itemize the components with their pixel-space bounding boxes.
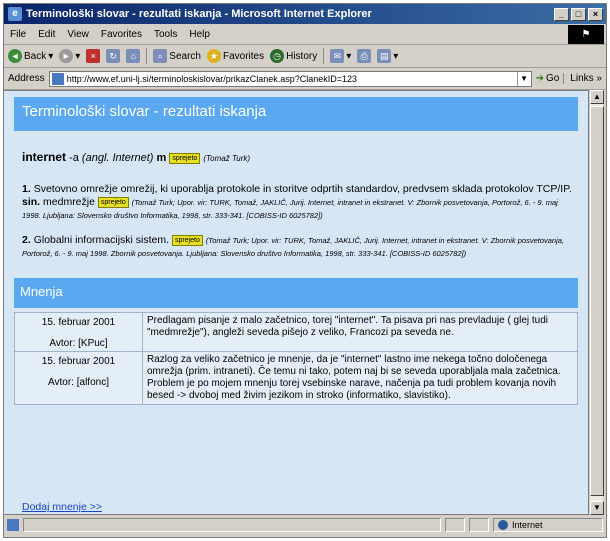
windows-logo-icon: ⚑ bbox=[568, 25, 604, 44]
definition-text: Svetovno omrežje omrežij, ki uporablja p… bbox=[33, 183, 572, 195]
edit-icon: ▤ bbox=[377, 49, 392, 63]
comment-author: Avtor: [alfonc] bbox=[48, 377, 109, 388]
mail-icon: ✉ bbox=[330, 49, 345, 63]
status-badge: sprejeto bbox=[97, 196, 129, 208]
term-entry: internet -a (angl. Internet) m sprejeto … bbox=[22, 151, 574, 165]
print-icon: ⎙ bbox=[357, 49, 372, 63]
synonym-label: sin. bbox=[22, 196, 41, 208]
comment-text: Razlog za veliko začetnico je mnenje, da… bbox=[142, 351, 578, 405]
table-row: 15. februar 2001 Avtor: [KPuc] Predlagam… bbox=[14, 312, 578, 352]
page-icon bbox=[51, 72, 64, 85]
comments-table: 15. februar 2001 Avtor: [KPuc] Predlagam… bbox=[14, 312, 578, 405]
scroll-up-icon[interactable]: ▲ bbox=[590, 90, 604, 104]
address-url: http://www.ef.uni-lj.si/terminoloskislov… bbox=[66, 73, 358, 84]
address-input[interactable]: http://www.ef.uni-lj.si/terminoloskislov… bbox=[48, 70, 532, 87]
vertical-scrollbar[interactable]: ▲ ▼ bbox=[589, 90, 604, 515]
comment-meta: 15. februar 2001 Avtor: [alfonc] bbox=[14, 351, 143, 405]
toolbar-divider bbox=[146, 48, 148, 64]
term-origin: (angl. Internet) bbox=[81, 152, 154, 164]
table-row: 15. februar 2001 Avtor: [alfonc] Razlog … bbox=[14, 351, 578, 405]
back-button[interactable]: ◄ Back ▾ bbox=[8, 49, 53, 63]
term-headword: internet bbox=[22, 150, 67, 164]
go-button[interactable]: ➔ Go bbox=[536, 73, 560, 84]
status-badge: sprejeto bbox=[169, 152, 201, 164]
menu-bar: File Edit View Favorites Tools Help ⚑ bbox=[4, 24, 606, 45]
forward-button[interactable]: ► ▾ bbox=[59, 49, 80, 63]
search-label: Search bbox=[169, 50, 201, 62]
globe-icon bbox=[498, 520, 508, 530]
term-suffix: -a bbox=[66, 152, 79, 164]
definition-number: 2. bbox=[22, 234, 31, 246]
address-dropdown[interactable]: ▼ bbox=[516, 71, 531, 86]
stop-icon: × bbox=[86, 49, 101, 63]
menu-file[interactable]: File bbox=[10, 29, 26, 40]
page-title: Terminološki slovar - rezultati iskanja bbox=[14, 97, 578, 131]
go-label: Go bbox=[545, 73, 560, 84]
toolbar-divider bbox=[323, 48, 325, 64]
status-bar: Internet bbox=[3, 517, 603, 533]
definition-2: 2. Globalni informacijski sistem. spreje… bbox=[22, 234, 574, 260]
menu-help[interactable]: Help bbox=[189, 29, 210, 40]
term-gender: m bbox=[156, 152, 167, 164]
scroll-down-icon[interactable]: ▼ bbox=[590, 501, 604, 515]
zone-label: Internet bbox=[512, 520, 543, 530]
search-icon: ⌕ bbox=[153, 49, 168, 63]
page-status-icon bbox=[7, 519, 19, 531]
refresh-button[interactable]: ↻ bbox=[106, 49, 121, 63]
address-bar: Address http://www.ef.uni-lj.si/terminol… bbox=[4, 68, 606, 90]
comment-date: 15. februar 2001 bbox=[41, 317, 116, 328]
mail-button[interactable]: ✉ ▾ bbox=[330, 49, 351, 63]
print-button[interactable]: ⎙ bbox=[357, 49, 372, 63]
menu-edit[interactable]: Edit bbox=[38, 29, 55, 40]
close-button[interactable]: × bbox=[588, 7, 603, 21]
comment-text: Predlagam pisanje z malo začetnico, tore… bbox=[142, 312, 578, 352]
page-content: Terminološki slovar - rezultati iskanja … bbox=[3, 90, 589, 515]
home-button[interactable]: ⌂ bbox=[126, 49, 141, 63]
ie-icon: e bbox=[8, 7, 22, 21]
go-arrow-icon: ➔ bbox=[535, 73, 544, 84]
window-title: Terminološki slovar - rezultati iskanja … bbox=[26, 8, 372, 20]
address-label: Address bbox=[8, 73, 45, 84]
home-icon: ⌂ bbox=[126, 49, 141, 63]
title-bar: e Terminološki slovar - rezultati iskanj… bbox=[4, 4, 606, 24]
minimize-button[interactable]: _ bbox=[554, 7, 569, 21]
scroll-thumb[interactable] bbox=[590, 106, 604, 496]
toolbar: ◄ Back ▾ ► ▾ × ↻ ⌂ ⌕ Search ★ Favorites … bbox=[4, 45, 606, 68]
back-label: Back bbox=[24, 50, 47, 62]
links-label: Links bbox=[570, 73, 594, 84]
comment-author: Avtor: [KPuc] bbox=[49, 338, 108, 349]
opinions-header: Mnenja bbox=[14, 278, 578, 308]
definition-text: Globalni informacijski sistem. bbox=[33, 234, 170, 246]
stop-button[interactable]: × bbox=[86, 49, 101, 63]
status-cell bbox=[469, 518, 489, 532]
favorites-label: Favorites bbox=[222, 50, 265, 62]
edit-button[interactable]: ▤ ▾ bbox=[377, 49, 398, 63]
back-arrow-icon: ◄ bbox=[8, 49, 22, 63]
definition-1: 1. Svetovno omrežje omrežij, ki uporablj… bbox=[22, 183, 574, 222]
status-cell bbox=[445, 518, 465, 532]
term-author: (Tomaž Turk) bbox=[203, 154, 251, 163]
security-zone: Internet bbox=[493, 518, 603, 532]
refresh-icon: ↻ bbox=[106, 49, 121, 63]
comment-date: 15. februar 2001 bbox=[41, 356, 116, 367]
history-label: History bbox=[286, 50, 318, 62]
status-badge: sprejeto bbox=[171, 234, 203, 246]
menu-view[interactable]: View bbox=[67, 29, 89, 40]
maximize-button[interactable]: □ bbox=[571, 7, 586, 21]
search-button[interactable]: ⌕ Search bbox=[153, 49, 201, 63]
add-opinion-link[interactable]: Dodaj mnenje >> bbox=[22, 501, 102, 513]
links-button[interactable]: Links » bbox=[563, 73, 602, 84]
synonym-term: medmrežje bbox=[43, 196, 95, 208]
favorites-button[interactable]: ★ Favorites bbox=[206, 49, 265, 63]
definition-number: 1. bbox=[22, 183, 31, 195]
menu-tools[interactable]: Tools bbox=[154, 29, 177, 40]
status-text-area bbox=[23, 518, 441, 532]
history-icon: ◷ bbox=[270, 49, 285, 63]
menu-favorites[interactable]: Favorites bbox=[101, 29, 142, 40]
comment-meta: 15. februar 2001 Avtor: [KPuc] bbox=[14, 312, 143, 352]
favorites-icon: ★ bbox=[206, 49, 221, 63]
forward-arrow-icon: ► bbox=[59, 49, 74, 63]
history-button[interactable]: ◷ History bbox=[270, 49, 317, 63]
